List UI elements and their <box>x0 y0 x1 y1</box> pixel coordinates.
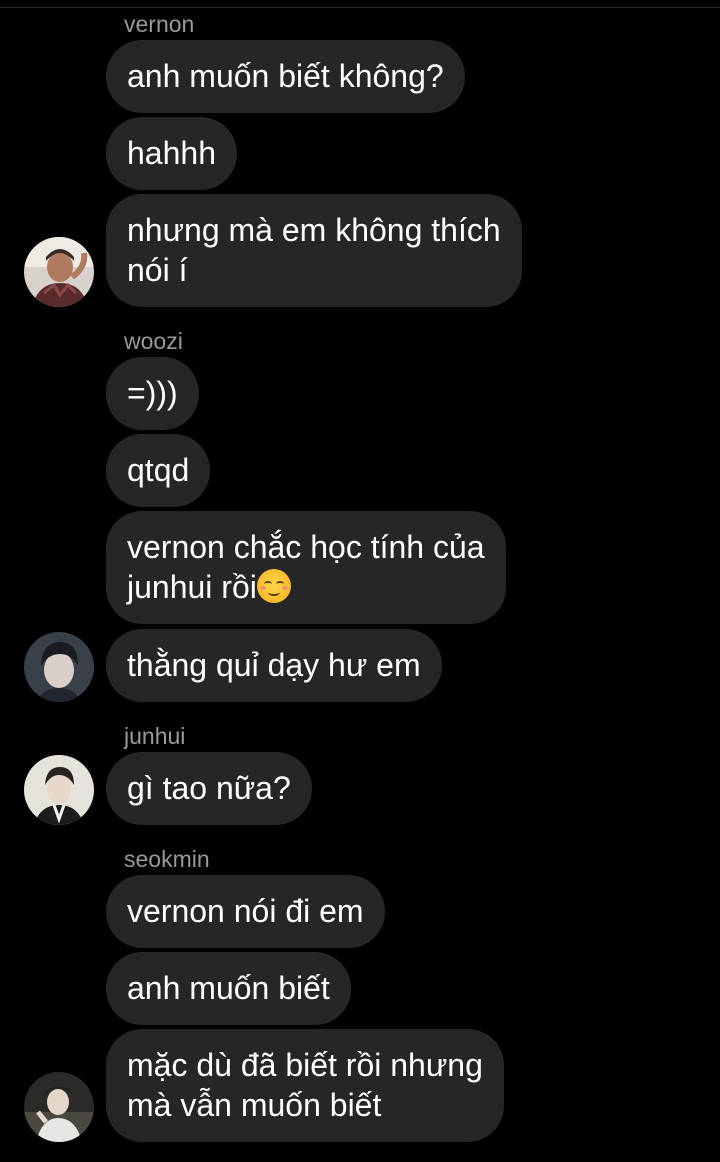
message-bubble[interactable]: =))) <box>106 357 199 430</box>
message-text-line-1: mặc dù đã biết rồi nhưng <box>127 1047 483 1083</box>
message-bubble[interactable]: vernon chắc học tính của junhui rồi <box>106 511 506 624</box>
message-bubble[interactable]: anh muốn biết <box>106 952 351 1025</box>
avatar-photo-icon <box>24 632 94 702</box>
message-bubble[interactable]: vernon nói đi em <box>106 875 385 948</box>
message-text-line-1: vernon chắc học tính của <box>127 529 485 565</box>
message-text-line-1: nhưng mà em không thích <box>127 212 501 248</box>
message-bubble[interactable]: hahhh <box>106 117 237 190</box>
message-text-line-2: nói í <box>127 252 188 288</box>
top-divider <box>0 7 720 8</box>
message-bubble[interactable]: mặc dù đã biết rồi nhưng mà vẫn muốn biế… <box>106 1029 504 1142</box>
message-bubble[interactable]: thằng quỉ dạy hư em <box>106 629 442 702</box>
message-text-line-2: mà vẫn muốn biết <box>127 1087 382 1123</box>
avatar-woozi[interactable] <box>24 632 94 702</box>
message-text: hahhh <box>127 135 216 171</box>
message-text: thằng quỉ dạy hư em <box>127 647 421 683</box>
message-text: anh muốn biết không? <box>127 58 444 94</box>
avatar-photo-icon <box>24 755 94 825</box>
relieved-face-emoji-icon <box>256 569 291 603</box>
message-text: qtqd <box>127 452 190 488</box>
message-text: vernon nói đi em <box>127 893 364 929</box>
sender-name-vernon: vernon <box>124 11 195 37</box>
message-text: =))) <box>127 375 178 411</box>
sender-name-seokmin: seokmin <box>124 846 210 872</box>
sender-name-junhui: junhui <box>124 723 186 749</box>
avatar-photo-icon <box>24 1072 94 1142</box>
message-bubble[interactable]: gì tao nữa? <box>106 752 312 825</box>
message-bubble[interactable]: anh muốn biết không? <box>106 40 465 113</box>
sender-name-woozi: woozi <box>124 328 183 354</box>
avatar-junhui[interactable] <box>24 755 94 825</box>
message-text: gì tao nữa? <box>127 770 291 806</box>
avatar-vernon[interactable] <box>24 237 94 307</box>
message-text: anh muốn biết <box>127 970 330 1006</box>
message-text-line-2: junhui rồi <box>127 567 485 607</box>
message-bubble[interactable]: qtqd <box>106 434 211 507</box>
message-bubble[interactable]: nhưng mà em không thích nói í <box>106 194 522 307</box>
avatar-photo-icon <box>24 237 94 307</box>
avatar-seokmin[interactable] <box>24 1072 94 1142</box>
